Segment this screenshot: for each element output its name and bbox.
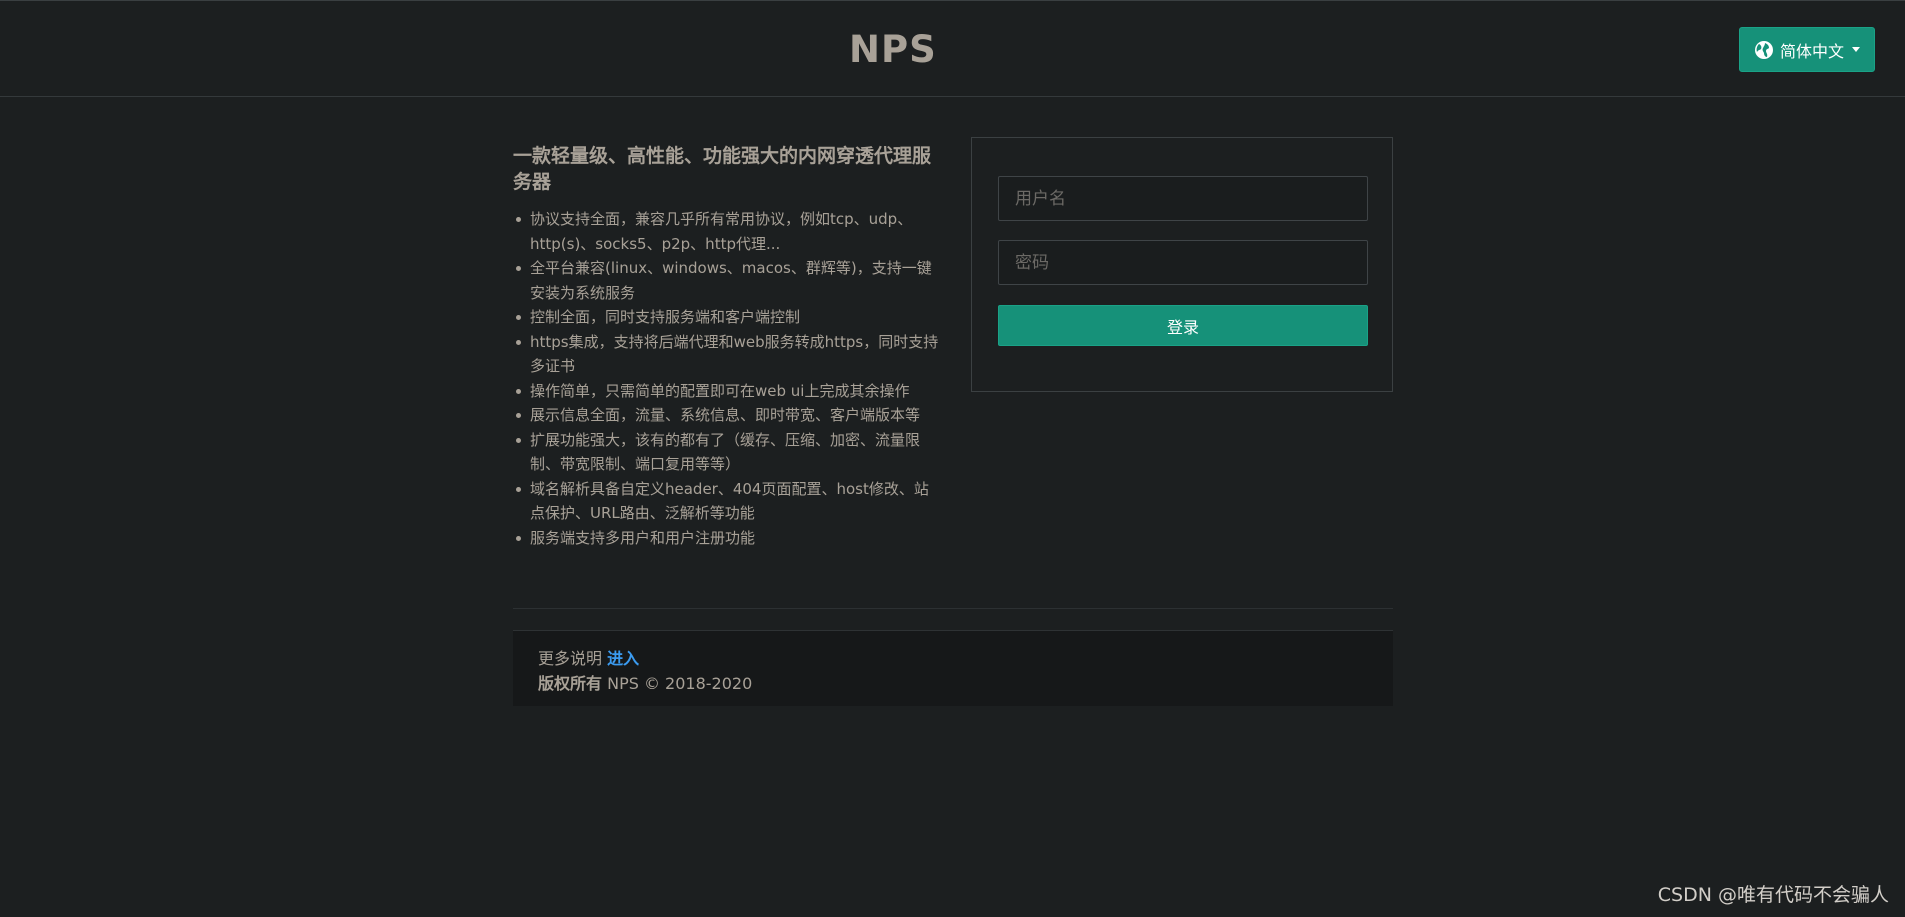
caret-down-icon	[1852, 47, 1860, 52]
feature-item: 全平台兼容(linux、windows、macos、群辉等)，支持一键安装为系统…	[516, 256, 943, 305]
intro-title: 一款轻量级、高性能、功能强大的内网穿透代理服务器	[513, 145, 932, 193]
intro-section: 一款轻量级、高性能、功能强大的内网穿透代理服务器 协议支持全面，兼容几乎所有常用…	[513, 143, 943, 550]
copyright-text: NPS © 2018-2020	[607, 674, 753, 693]
login-button[interactable]: 登录	[998, 305, 1368, 346]
username-input[interactable]	[998, 176, 1368, 221]
feature-item: 控制全面，同时支持服务端和客户端控制	[516, 305, 943, 330]
language-label: 简体中文	[1779, 41, 1844, 61]
feature-item: 服务端支持多用户和用户注册功能	[516, 526, 943, 551]
password-input[interactable]	[998, 240, 1368, 285]
feature-item: 扩展功能强大，该有的都有了（缓存、压缩、加密、流量限制、带宽限制、端口复用等等）	[516, 428, 943, 477]
more-info-text: 更多说明	[538, 649, 603, 668]
feature-item: 展示信息全面，流量、系统信息、即时带宽、客户端版本等	[516, 403, 943, 428]
top-navbar: NPS 简体中文	[0, 0, 1905, 97]
login-form: 登录	[971, 137, 1393, 392]
feature-item: 操作简单，只需简单的配置即可在web ui上完成其余操作	[516, 379, 943, 404]
more-info-link[interactable]: 进入	[607, 649, 639, 668]
language-dropdown-button[interactable]: 简体中文	[1739, 27, 1875, 72]
feature-item: 协议支持全面，兼容几乎所有常用协议，例如tcp、udp、http(s)、sock…	[516, 207, 943, 256]
brand-title: NPS	[849, 28, 937, 71]
footer: 更多说明 进入 版权所有 NPS © 2018-2020	[513, 630, 1393, 706]
watermark: CSDN @唯有代码不会骗人	[1657, 884, 1889, 906]
footer-divider	[513, 608, 1393, 609]
more-info-line: 更多说明 进入	[538, 646, 1368, 671]
copyright-line: 版权所有 NPS © 2018-2020	[538, 671, 1368, 696]
feature-item: https集成，支持将后端代理和web服务转成https，同时支持多证书	[516, 330, 943, 379]
feature-list: 协议支持全面，兼容几乎所有常用协议，例如tcp、udp、http(s)、sock…	[513, 207, 943, 550]
feature-item: 域名解析具备自定义header、404页面配置、host修改、站点保护、URL路…	[516, 477, 943, 526]
globe-icon	[1754, 40, 1773, 59]
copyright-label: 版权所有	[538, 674, 603, 693]
